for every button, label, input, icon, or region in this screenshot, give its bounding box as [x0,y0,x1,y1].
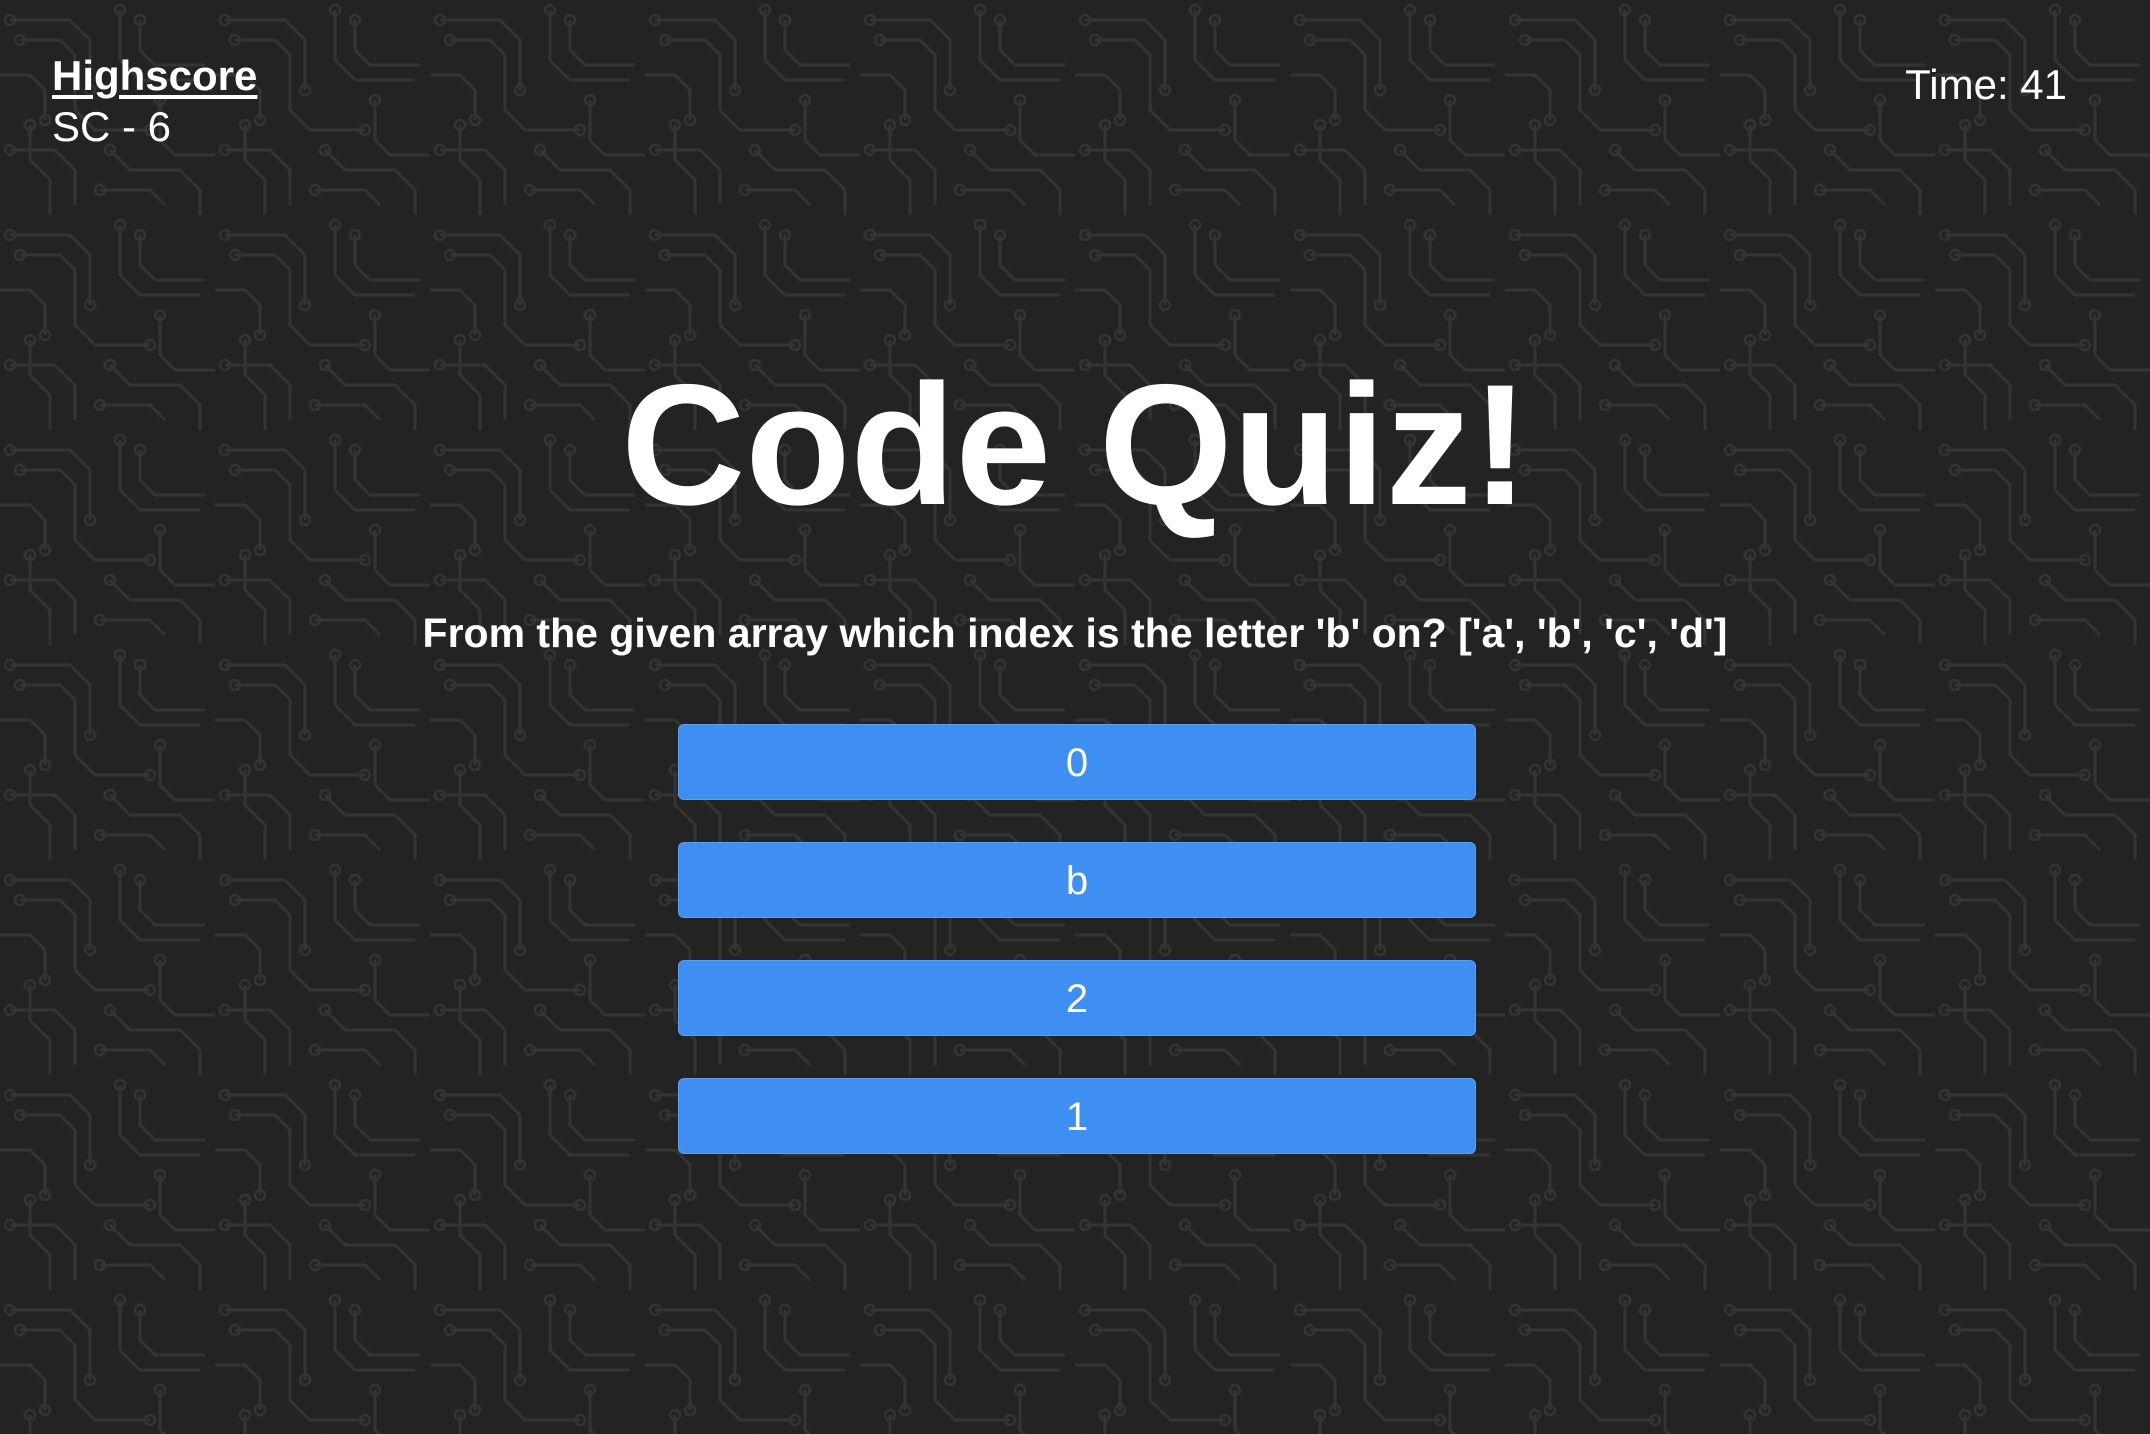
answer-button-1[interactable]: 0 [678,724,1476,800]
page-title: Code Quiz! [621,349,1529,541]
question-text: From the given array which index is the … [422,610,1728,656]
highscore-value: SC - 6 [52,103,172,150]
answer-button-4[interactable]: 1 [678,1078,1476,1154]
answer-list: 0 b 2 1 [678,724,1476,1196]
answer-button-2[interactable]: b [678,842,1476,918]
timer: Time: 41 [1905,61,2067,108]
answer-button-3[interactable]: 2 [678,960,1476,1036]
circuit-background [0,0,2150,1434]
highscore-panel: Highscore SC - 6 [52,50,257,152]
highscore-link[interactable]: Highscore [52,50,257,102]
